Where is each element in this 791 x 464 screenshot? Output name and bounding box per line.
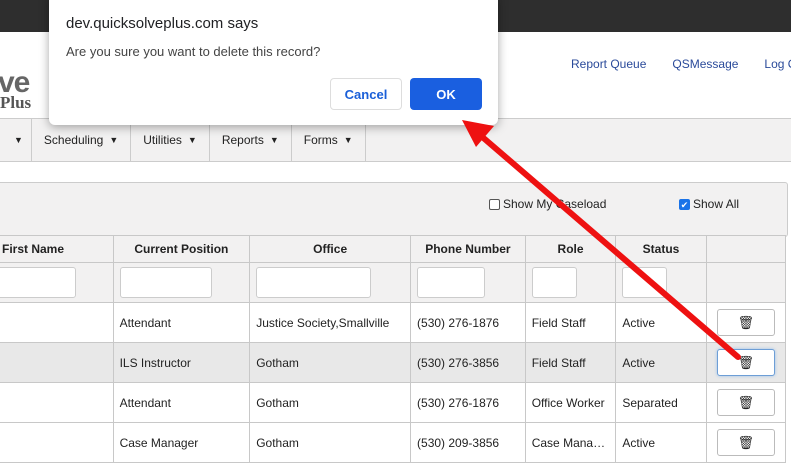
table-row[interactable]: ILS Instructor Gotham (530) 276-3856 Field … [0, 342, 787, 383]
caret-down-icon: ▼ [269, 135, 279, 145]
role-filter[interactable] [531, 267, 577, 298]
table-row[interactable]: Case Manager Gotham (530) 209-3856 Case Man… [0, 422, 787, 463]
menu-forms[interactable]: Forms ▼ [292, 119, 366, 161]
header-links: Report Queue QSMessage Log O [571, 57, 791, 71]
menu-reports[interactable]: Reports ▼ [210, 119, 292, 161]
office-filter[interactable] [256, 267, 372, 298]
menu-scheduling[interactable]: Scheduling ▼ [32, 119, 132, 161]
delete-button[interactable]: 🗑 [716, 309, 775, 336]
menu-item-hidden[interactable]: ▼ [0, 119, 32, 161]
trash-icon: 🗑 [737, 434, 755, 450]
delete-button[interactable]: 🗑 [716, 389, 775, 416]
table-row[interactable]: Attendant Justice Society,Smallville (530)… [0, 302, 787, 343]
trash-icon: 🗑 [737, 354, 755, 370]
cancel-button[interactable]: Cancel [330, 78, 402, 110]
first-name-filter[interactable] [0, 267, 76, 298]
status-filter[interactable] [622, 267, 668, 298]
report-queue-link[interactable]: Report Queue [571, 57, 646, 71]
trash-icon: 🗑 [737, 394, 755, 410]
col-phone[interactable]: Phone Number [410, 235, 526, 263]
caret-down-icon: ▼ [14, 135, 23, 145]
table-row[interactable]: Attendant Gotham (530) 276-1876 Office Work… [0, 382, 787, 423]
delete-button[interactable]: 🗑 [716, 349, 775, 376]
col-first-name[interactable]: First Name [0, 235, 114, 263]
menu-utilities[interactable]: Utilities ▼ [131, 119, 210, 161]
checkbox-unchecked [489, 198, 500, 210]
caret-down-icon: ▼ [187, 135, 197, 145]
qsmessage-link[interactable]: QSMessage [672, 57, 738, 71]
show-all-checkbox[interactable]: ✔ Show All [679, 197, 739, 211]
col-role[interactable]: Role [524, 235, 617, 263]
position-filter[interactable] [119, 267, 212, 298]
col-office[interactable]: Office [249, 235, 412, 263]
caret-down-icon: ▼ [109, 135, 119, 145]
show-my-caseload-checkbox[interactable]: Show My Caseload [489, 197, 606, 211]
dialog-title: dev.quicksolveplus.com says [66, 15, 259, 32]
trash-icon: 🗑 [737, 314, 755, 330]
col-status[interactable]: Status [615, 235, 707, 263]
confirm-dialog: dev.quicksolveplus.com says Are you sure… [49, 0, 498, 125]
log-out-link[interactable]: Log O [764, 57, 791, 71]
check-icon: ✔ [679, 198, 690, 210]
dialog-message: Are you sure you want to delete this rec… [66, 44, 321, 59]
filter-panel [0, 182, 788, 237]
logo: ve Plus [0, 66, 32, 112]
phone-filter[interactable] [417, 267, 486, 298]
ok-button[interactable]: OK [410, 78, 482, 110]
staff-table: First Name Current Position Office Phone… [0, 235, 787, 463]
delete-button[interactable]: 🗑 [716, 429, 775, 456]
col-actions [705, 235, 787, 263]
col-current-position[interactable]: Current Position [112, 235, 251, 263]
caret-down-icon: ▼ [343, 135, 353, 145]
